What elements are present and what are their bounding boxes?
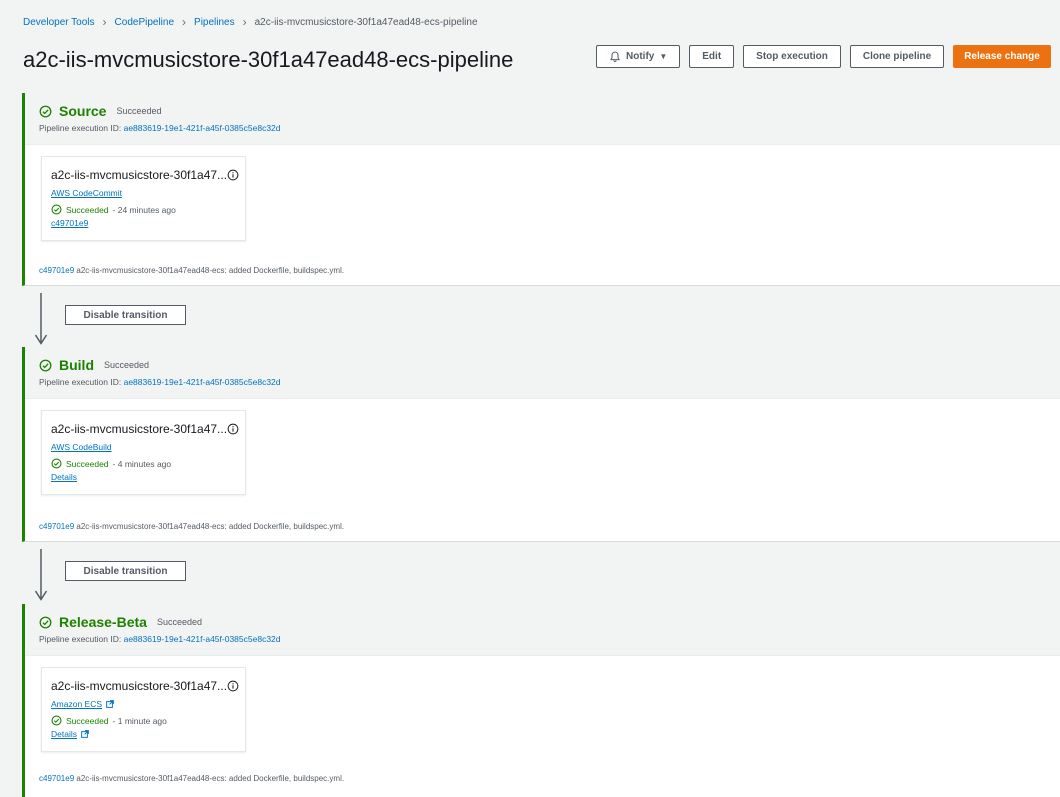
action-card: a2c-iis-mvcmusicstore-30f1a47... AWS Cod… <box>41 410 246 495</box>
arrow-down-icon <box>34 549 48 601</box>
disable-transition-button[interactable]: Disable transition <box>65 561 186 581</box>
external-link-icon <box>106 700 114 708</box>
clone-pipeline-button[interactable]: Clone pipeline <box>849 45 945 68</box>
execution-id-link[interactable]: ae883619-19e1-421f-a45f-0385c5e8c32d <box>124 377 281 387</box>
stop-execution-button[interactable]: Stop execution <box>743 45 841 68</box>
action-provider-link[interactable]: AWS CodeBuild <box>51 442 236 452</box>
execution-id-line: Pipeline execution ID: ae883619-19e1-421… <box>39 377 1046 387</box>
breadcrumb-pipelines[interactable]: Pipelines <box>194 17 235 28</box>
action-status-time: - 24 minutes ago <box>112 204 176 215</box>
action-provider-link[interactable]: Amazon ECS <box>51 699 236 709</box>
check-circle-icon <box>39 105 52 117</box>
notify-label: Notify <box>626 51 655 62</box>
provider-label: AWS CodeBuild <box>51 442 112 452</box>
check-circle-icon <box>39 359 52 371</box>
commit-message: a2c-iis-mvcmusicstore-30f1a47ead48-ecs: … <box>76 774 345 783</box>
caret-down-icon: ▼ <box>659 52 668 61</box>
action-name: a2c-iis-mvcmusicstore-30f1a47... <box>51 168 228 182</box>
action-status-time: - 1 minute ago <box>112 715 167 726</box>
info-icon[interactable] <box>227 680 239 692</box>
action-provider-link[interactable]: AWS CodeCommit <box>51 188 236 198</box>
stage-header: Release-Beta Succeeded Pipeline executio… <box>25 604 1060 656</box>
execution-id-label: Pipeline execution ID: <box>39 377 122 387</box>
provider-label: AWS CodeCommit <box>51 188 123 198</box>
action-status-label: Succeeded <box>66 458 109 469</box>
provider-label: Amazon ECS <box>51 699 103 709</box>
details-link[interactable]: Details <box>51 729 236 739</box>
check-circle-icon <box>51 458 62 469</box>
breadcrumb-current: a2c-iis-mvcmusicstore-30f1a47ead48-ecs-p… <box>254 16 478 28</box>
commit-id-link[interactable]: c49701e9 <box>39 774 74 783</box>
execution-id-link[interactable]: ae883619-19e1-421f-a45f-0385c5e8c32d <box>124 634 281 644</box>
stage-name: Source <box>59 103 107 119</box>
commit-message: a2c-iis-mvcmusicstore-30f1a47ead48-ecs: … <box>76 522 345 531</box>
edit-button[interactable]: Edit <box>689 45 735 68</box>
arrow-down-icon <box>34 293 48 345</box>
stage-status: Succeeded <box>156 617 202 627</box>
execution-id-line: Pipeline execution ID: ae883619-19e1-421… <box>39 123 1046 133</box>
action-status-label: Succeeded <box>66 715 109 726</box>
stage-release-beta: Release-Beta Succeeded Pipeline executio… <box>22 604 1060 797</box>
action-name: a2c-iis-mvcmusicstore-30f1a47... <box>51 422 228 436</box>
commit-message: a2c-iis-mvcmusicstore-30f1a47ead48-ecs: … <box>76 266 345 275</box>
action-status-time: - 4 minutes ago <box>112 458 172 469</box>
bell-icon <box>610 51 620 62</box>
check-circle-icon <box>51 204 62 215</box>
breadcrumb-developer-tools[interactable]: Developer Tools <box>23 17 95 28</box>
stage-name: Build <box>59 357 94 373</box>
commit-summary: c49701e9 a2c-iis-mvcmusicstore-30f1a47ea… <box>39 522 344 531</box>
action-card: a2c-iis-mvcmusicstore-30f1a47... AWS Cod… <box>41 156 246 241</box>
action-status: Succeeded - 1 minute ago <box>51 715 236 726</box>
release-change-button[interactable]: Release change <box>953 45 1051 68</box>
details-label: Details <box>51 472 77 482</box>
commit-link-label: c49701e9 <box>51 218 89 228</box>
commit-link[interactable]: c49701e9 <box>51 218 236 228</box>
disable-transition-button[interactable]: Disable transition <box>65 305 186 325</box>
commit-id-link[interactable]: c49701e9 <box>39 522 74 531</box>
details-link[interactable]: Details <box>51 472 236 482</box>
stage-header: Build Succeeded Pipeline execution ID: a… <box>25 347 1060 399</box>
stage-name: Release-Beta <box>59 614 147 630</box>
stage-status: Succeeded <box>116 106 162 116</box>
breadcrumb-separator: › <box>182 15 187 29</box>
execution-id-label: Pipeline execution ID: <box>39 634 122 644</box>
details-label: Details <box>51 729 77 739</box>
breadcrumb-separator: › <box>102 15 107 29</box>
action-status-label: Succeeded <box>66 204 109 215</box>
external-link-icon <box>81 730 89 738</box>
toolbar: Notify ▼ Edit Stop execution Clone pipel… <box>596 45 1051 68</box>
stage-source: Source Succeeded Pipeline execution ID: … <box>22 93 1060 286</box>
stage-status: Succeeded <box>104 360 150 370</box>
commit-id-link[interactable]: c49701e9 <box>39 266 74 275</box>
info-icon[interactable] <box>227 423 239 435</box>
breadcrumb-separator: › <box>242 15 247 29</box>
commit-summary: c49701e9 a2c-iis-mvcmusicstore-30f1a47ea… <box>39 266 344 275</box>
transition: Disable transition <box>22 543 1060 603</box>
action-name: a2c-iis-mvcmusicstore-30f1a47... <box>51 679 228 693</box>
check-circle-icon <box>39 616 52 628</box>
execution-id-label: Pipeline execution ID: <box>39 123 122 133</box>
notify-button[interactable]: Notify ▼ <box>596 45 681 68</box>
action-status: Succeeded - 4 minutes ago <box>51 458 236 469</box>
check-circle-icon <box>51 715 62 726</box>
action-status: Succeeded - 24 minutes ago <box>51 204 236 215</box>
page-title: a2c-iis-mvcmusicstore-30f1a47ead48-ecs-p… <box>23 47 514 72</box>
commit-summary: c49701e9 a2c-iis-mvcmusicstore-30f1a47ea… <box>39 774 344 783</box>
info-icon[interactable] <box>227 169 239 181</box>
execution-id-link[interactable]: ae883619-19e1-421f-a45f-0385c5e8c32d <box>124 123 281 133</box>
breadcrumb: Developer Tools › CodePipeline › Pipelin… <box>23 16 478 28</box>
stage-header: Source Succeeded Pipeline execution ID: … <box>25 93 1060 145</box>
stage-build: Build Succeeded Pipeline execution ID: a… <box>22 347 1060 542</box>
breadcrumb-codepipeline[interactable]: CodePipeline <box>115 17 175 28</box>
action-card: a2c-iis-mvcmusicstore-30f1a47... Amazon … <box>41 667 246 752</box>
transition: Disable transition <box>22 287 1060 347</box>
execution-id-line: Pipeline execution ID: ae883619-19e1-421… <box>39 634 1046 644</box>
